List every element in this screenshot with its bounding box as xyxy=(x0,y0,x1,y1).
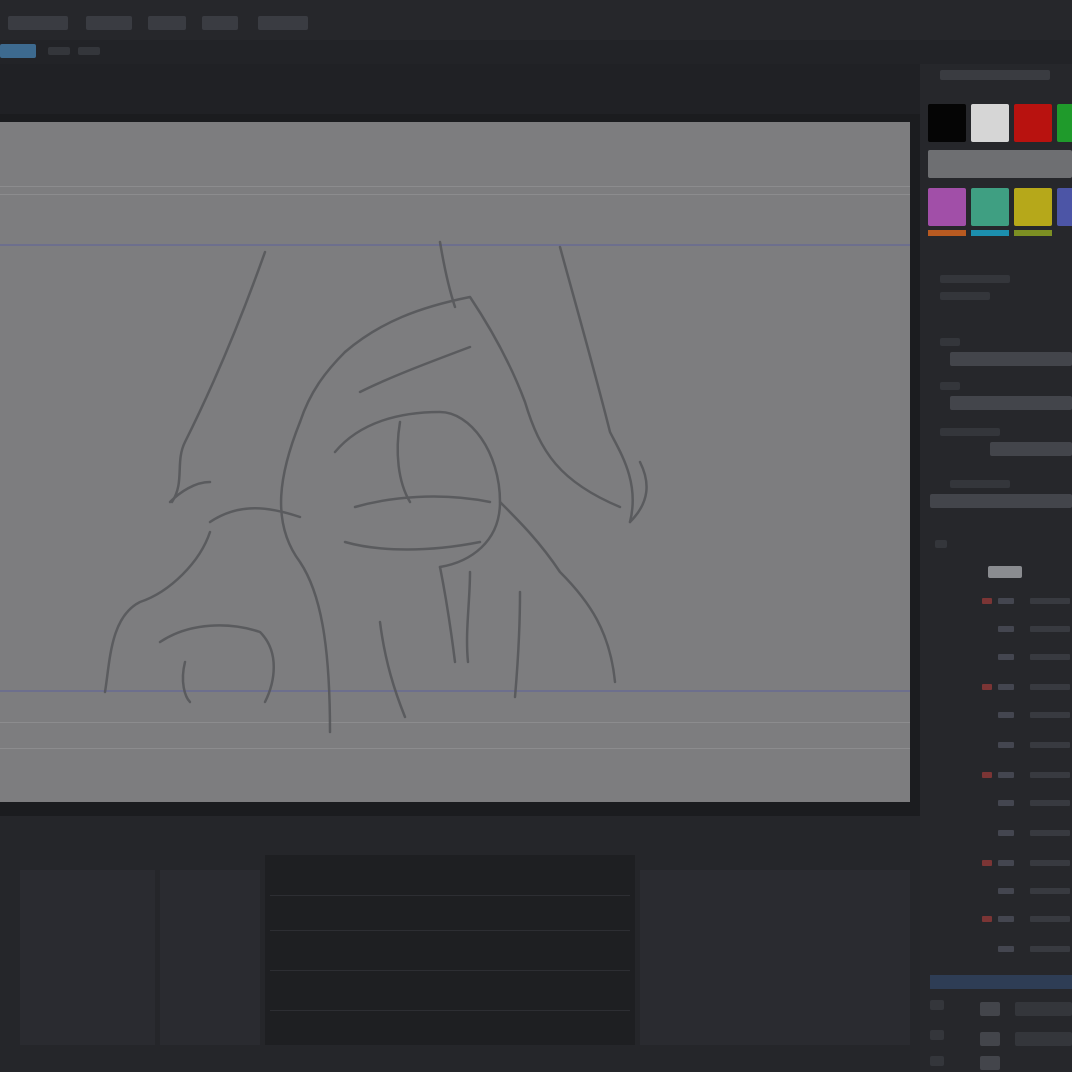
list-item[interactable] xyxy=(930,908,1072,930)
list-header-tab[interactable] xyxy=(988,566,1022,578)
list-item[interactable] xyxy=(930,734,1072,756)
list-item[interactable] xyxy=(930,704,1072,726)
timeline-track-mid xyxy=(160,870,260,1045)
list-item[interactable] xyxy=(930,880,1072,902)
timeline-divider xyxy=(270,970,630,971)
list-item[interactable] xyxy=(930,938,1072,960)
swatch-yellow[interactable] xyxy=(1014,188,1052,226)
property-label xyxy=(940,338,960,346)
drawing-canvas[interactable] xyxy=(0,122,910,802)
swatch-indicator xyxy=(971,230,1009,236)
list-item[interactable] xyxy=(930,590,1072,612)
list-item[interactable] xyxy=(930,618,1072,640)
palette-panel-title xyxy=(940,70,1050,80)
tab-secondary[interactable] xyxy=(48,47,70,55)
timeline-divider xyxy=(270,895,630,896)
swatch-green[interactable] xyxy=(1057,104,1072,142)
menu-item-edit[interactable] xyxy=(86,16,132,30)
swatch-blue[interactable] xyxy=(1057,188,1072,226)
list-item[interactable] xyxy=(930,852,1072,874)
menu-bar xyxy=(0,0,1072,40)
property-label xyxy=(940,428,1000,436)
bottom-control[interactable] xyxy=(980,1032,1000,1046)
property-label xyxy=(940,275,1010,283)
bottom-control[interactable] xyxy=(980,1002,1000,1016)
sketch-drawing xyxy=(103,240,648,734)
bottom-control[interactable] xyxy=(980,1056,1000,1070)
property-label xyxy=(935,540,947,548)
swatch-black[interactable] xyxy=(928,104,966,142)
timeline-frames-area[interactable] xyxy=(265,855,635,1045)
list-selection-strip[interactable] xyxy=(930,975,1072,989)
bottom-control[interactable] xyxy=(930,1000,944,1010)
swatch-white[interactable] xyxy=(971,104,1009,142)
menu-item-file[interactable] xyxy=(8,16,68,30)
list-item[interactable] xyxy=(930,646,1072,668)
bottom-control[interactable] xyxy=(930,1030,944,1040)
property-field[interactable] xyxy=(950,396,1072,410)
list-item[interactable] xyxy=(930,764,1072,786)
property-label xyxy=(940,382,960,390)
swatch-teal[interactable] xyxy=(971,188,1009,226)
bottom-control[interactable] xyxy=(1015,1032,1072,1046)
menu-item-view[interactable] xyxy=(148,16,186,30)
viewport-header xyxy=(0,64,920,114)
tab-active[interactable] xyxy=(0,44,36,58)
property-field[interactable] xyxy=(930,494,1072,508)
palette-row-grey xyxy=(928,150,1072,178)
property-label xyxy=(940,292,990,300)
menu-item-tools[interactable] xyxy=(202,16,238,30)
timeline-divider xyxy=(270,930,630,931)
swatch-indicator xyxy=(1014,230,1052,236)
menu-item-window[interactable] xyxy=(258,16,308,30)
tab-tertiary[interactable] xyxy=(78,47,100,55)
property-field[interactable] xyxy=(950,352,1072,366)
tab-strip xyxy=(0,40,1072,64)
timeline-divider xyxy=(270,1010,630,1011)
list-item[interactable] xyxy=(930,822,1072,844)
timeline-track-right xyxy=(640,870,910,1045)
property-label xyxy=(950,480,1010,488)
timeline-track-left xyxy=(20,870,155,1045)
list-item[interactable] xyxy=(930,792,1072,814)
swatch-indicator xyxy=(928,230,966,236)
bottom-control[interactable] xyxy=(930,1056,944,1066)
property-field[interactable] xyxy=(990,442,1072,456)
swatch-magenta[interactable] xyxy=(928,188,966,226)
bottom-control[interactable] xyxy=(1015,1002,1072,1016)
swatch-red[interactable] xyxy=(1014,104,1052,142)
list-item[interactable] xyxy=(930,676,1072,698)
